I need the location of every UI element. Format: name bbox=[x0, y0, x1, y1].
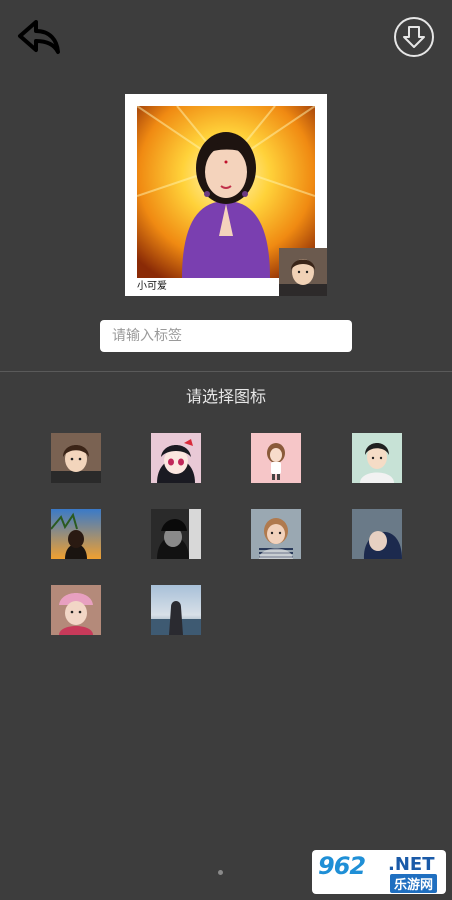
preview-label: 小可爱 bbox=[137, 281, 167, 292]
preview-card: 小可爱 bbox=[125, 94, 327, 296]
icon-photo-child-striped[interactable] bbox=[251, 509, 301, 559]
preview-badge-icon bbox=[279, 248, 327, 296]
icon-cartoon-boy[interactable] bbox=[51, 433, 101, 483]
icon-anime-girl[interactable] bbox=[151, 433, 201, 483]
watermark-brand: 962 bbox=[318, 852, 366, 880]
icon-photo-blue-hood[interactable] bbox=[352, 509, 402, 559]
download-button[interactable] bbox=[393, 16, 435, 58]
icon-photo-sea-silhouette[interactable] bbox=[151, 585, 201, 635]
icon-photo-girl-pink-hat[interactable] bbox=[51, 585, 101, 635]
watermark-net: .NET bbox=[388, 854, 435, 875]
watermark-sub: 乐游网 bbox=[390, 874, 438, 893]
icon-cartoon-boy-green[interactable] bbox=[352, 433, 402, 483]
tag-input[interactable] bbox=[100, 320, 352, 352]
reply-arrow-icon bbox=[18, 20, 60, 54]
circle-down-arrow-icon bbox=[394, 17, 434, 57]
icon-section-title: 请选择图标 bbox=[185, 387, 266, 406]
back-button[interactable] bbox=[16, 18, 64, 58]
icon-cartoon-girl-pink[interactable] bbox=[251, 433, 301, 483]
divider bbox=[0, 371, 452, 372]
icon-photo-sunset-girl[interactable] bbox=[51, 509, 101, 559]
watermark-logo: 962 .NET 乐游网 bbox=[312, 850, 446, 894]
page-indicator-dot bbox=[218, 870, 223, 875]
icon-photo-dark-hood[interactable] bbox=[151, 509, 201, 559]
